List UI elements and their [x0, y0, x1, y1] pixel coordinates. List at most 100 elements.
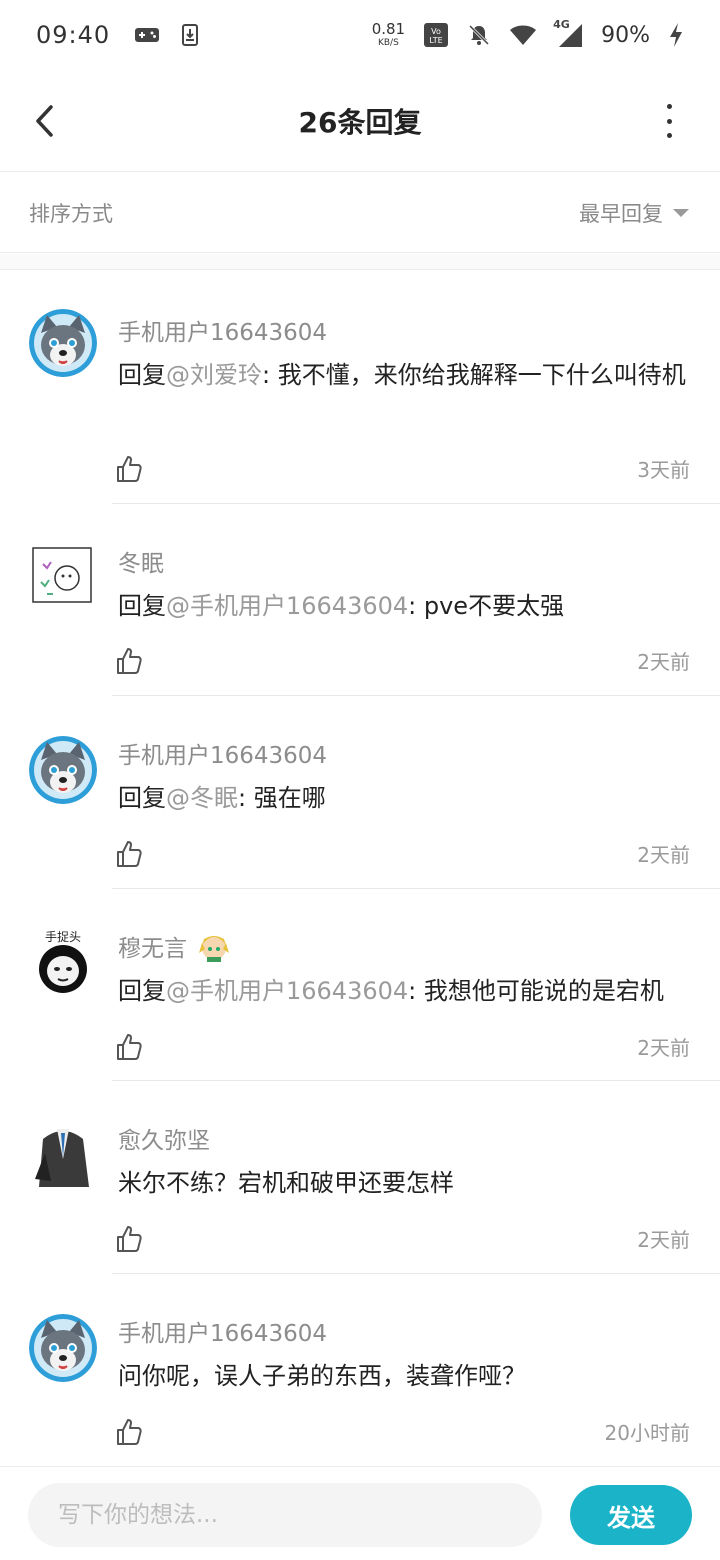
- comment-text: 回复@刘爱玲: 我不懂，来你给我解释一下什么叫待机: [118, 355, 690, 395]
- signal-icon: [559, 24, 583, 47]
- comment-text: 回复@冬眠: 强在哪: [118, 778, 690, 818]
- comment-body: 手机用户16643604 回复@刘爱玲: 我不懂，来你给我解释一下什么叫待机: [118, 313, 690, 395]
- mention-link[interactable]: @冬眠: [166, 784, 238, 812]
- comment-content: : 我想他可能说的是宕机: [408, 977, 664, 1005]
- thumbs-up-icon[interactable]: [116, 1225, 142, 1253]
- more-dot: [666, 133, 672, 138]
- comment-text: 回复@手机用户16643604: 我想他可能说的是宕机: [118, 971, 690, 1011]
- sort-bar: 排序方式 最早回复: [0, 173, 720, 253]
- thumbs-up-icon[interactable]: [116, 455, 142, 483]
- comment-text: 问你呢，误人子弟的东西，装聋作哑？: [118, 1356, 690, 1396]
- comment-body: 冬眠 回复@手机用户16643604: pve不要太强: [118, 544, 690, 626]
- back-button[interactable]: [24, 98, 64, 144]
- author-name: 冬眠: [118, 551, 164, 577]
- comment-time: 3天前: [637, 458, 690, 482]
- avatar[interactable]: [29, 542, 97, 610]
- comment-footer: 2天前: [116, 646, 690, 675]
- avatar[interactable]: 手捉头: [29, 927, 97, 995]
- download-icon: [182, 24, 199, 46]
- thumbs-up-icon[interactable]: [116, 840, 142, 868]
- signal-indicator: 4G: [553, 18, 583, 48]
- more-dot: [666, 118, 672, 124]
- comment-author[interactable]: 愈久弥坚: [118, 1121, 690, 1155]
- mention-link[interactable]: @手机用户16643604: [166, 977, 408, 1005]
- net-speed: 0.81 KB/S: [372, 22, 405, 48]
- avatar[interactable]: [29, 309, 97, 377]
- avatar[interactable]: [29, 1119, 97, 1187]
- comment-item: 手机用户16643604 问你呢，误人子弟的东西，装聋作哑？ 20小时前: [0, 1274, 720, 1466]
- comment-time: 2天前: [637, 843, 690, 867]
- avatar[interactable]: [29, 736, 97, 804]
- composer-bar: 发送: [0, 1466, 720, 1560]
- reply-prefix: 回复: [118, 977, 166, 1005]
- author-name: 手机用户16643604: [118, 320, 328, 346]
- author-name: 愈久弥坚: [118, 1128, 210, 1154]
- chevron-left-icon: [36, 105, 53, 137]
- comment-body: 穆无言 回复@手机用户16643604: 我想他可能说的是宕机: [118, 929, 690, 1011]
- reply-prefix: 回复: [118, 784, 166, 812]
- sort-dropdown[interactable]: 最早回复: [579, 198, 691, 228]
- wifi-icon: [510, 25, 537, 45]
- comment-item: 手机用户16643604 回复@刘爱玲: 我不懂，来你给我解释一下什么叫待机 3…: [0, 271, 720, 504]
- comment-content: : 强在哪: [238, 784, 326, 812]
- page-header: 26条回复: [0, 70, 720, 172]
- volte-icon: VoLTE: [424, 23, 449, 47]
- author-name: 穆无言: [118, 936, 187, 962]
- sort-selected-value: 最早回复: [579, 201, 663, 226]
- mention-link[interactable]: @手机用户16643604: [166, 592, 408, 620]
- comment-author[interactable]: 穆无言: [118, 929, 690, 963]
- comment-item: 冬眠 回复@手机用户16643604: pve不要太强 2天前: [0, 504, 720, 696]
- elf-badge-icon: [199, 936, 229, 962]
- send-button[interactable]: 发送: [570, 1485, 692, 1545]
- comment-footer: 2天前: [116, 839, 690, 868]
- comment-footer: 2天前: [116, 1224, 690, 1253]
- comment-content: 米尔不练？宕机和破甲还要怎样: [118, 1169, 454, 1197]
- comment-item: 手捉头 穆无言 回复@手机用户16643604: 我想他可能说的是宕机 2天前: [0, 889, 720, 1081]
- suit-avatar-icon: [29, 1119, 97, 1187]
- comment-author[interactable]: 冬眠: [118, 544, 690, 578]
- net-speed-value: 0.81: [371, 20, 406, 38]
- comment-body: 手机用户16643604 回复@冬眠: 强在哪: [118, 736, 690, 818]
- comment-list: 手机用户16643604 回复@刘爱玲: 我不懂，来你给我解释一下什么叫待机 3…: [0, 271, 720, 1466]
- net-speed-unit: KB/S: [377, 38, 399, 48]
- charging-icon: [670, 23, 682, 47]
- status-right-icons: 0.81 KB/S Vo LTE 4G 90%: [372, 18, 684, 48]
- comment-input[interactable]: [28, 1483, 542, 1547]
- comment-item: 手机用户16643604 回复@冬眠: 强在哪 2天前: [0, 696, 720, 889]
- author-name: 手机用户16643604: [118, 743, 328, 769]
- thumbs-up-icon[interactable]: [116, 1033, 142, 1061]
- comment-author[interactable]: 手机用户16643604: [118, 1314, 690, 1348]
- avatar[interactable]: [29, 1314, 97, 1382]
- comment-content: : 我不懂，来你给我解释一下什么叫待机: [262, 361, 686, 389]
- mention-link[interactable]: @刘爱玲: [166, 361, 262, 389]
- thumbs-up-icon[interactable]: [116, 1418, 142, 1446]
- reply-prefix: 回复: [118, 361, 166, 389]
- comment-footer: 2天前: [116, 1032, 690, 1061]
- gamepad-icon: [135, 28, 160, 42]
- comment-time: 2天前: [637, 1228, 690, 1252]
- panda-meme-avatar-icon: 手捉头: [39, 929, 87, 993]
- wolf-avatar-icon: [29, 736, 97, 804]
- page-title: 26条回复: [298, 105, 422, 139]
- status-time: 09:40: [36, 21, 111, 49]
- author-name: 手机用户16643604: [118, 1321, 328, 1347]
- sketch-avatar-icon: [32, 547, 92, 603]
- comment-author[interactable]: 手机用户16643604: [118, 736, 690, 770]
- wolf-avatar-icon: [29, 1314, 97, 1382]
- wolf-avatar-icon: [29, 309, 97, 377]
- comment-body: 愈久弥坚 米尔不练？宕机和破甲还要怎样: [118, 1121, 690, 1203]
- svg-text:Vo: Vo: [431, 27, 441, 36]
- comment-time: 2天前: [637, 650, 690, 674]
- comment-time: 2天前: [637, 1036, 690, 1060]
- comment-body: 手机用户16643604 问你呢，误人子弟的东西，装聋作哑？: [118, 1314, 690, 1396]
- comment-content: : pve不要太强: [408, 592, 565, 620]
- comment-author[interactable]: 手机用户16643604: [118, 313, 690, 347]
- thumbs-up-icon[interactable]: [116, 647, 142, 675]
- comment-text: 回复@手机用户16643604: pve不要太强: [118, 586, 690, 626]
- more-options-button[interactable]: [656, 104, 682, 138]
- caret-down-icon: [673, 208, 689, 217]
- svg-text:手捉头: 手捉头: [45, 929, 81, 944]
- comment-content: 问你呢，误人子弟的东西，装聋作哑？: [118, 1362, 526, 1390]
- status-bar: 09:40 0.81 KB/S Vo LTE 4G 90%: [0, 0, 720, 70]
- battery-percent: 90%: [601, 22, 650, 48]
